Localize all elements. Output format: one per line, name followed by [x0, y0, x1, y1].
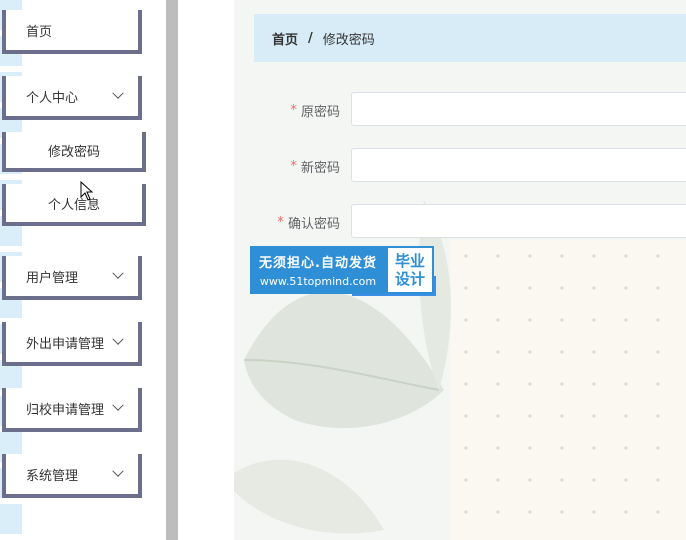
sidebar-item-label: 修改密码	[47, 144, 100, 160]
watermark-url: www.51topmind.com	[259, 275, 377, 288]
chevron-down-icon	[112, 333, 124, 345]
sidebar-item-label: 个人中心	[26, 90, 79, 106]
sidebar-item-personal-center[interactable]: 个人中心	[2, 76, 142, 120]
sidebar-item-system-management[interactable]: 系统管理	[2, 454, 142, 498]
chevron-down-icon	[112, 465, 124, 477]
breadcrumb-separator: /	[308, 30, 313, 46]
breadcrumb-current: 修改密码	[322, 32, 375, 48]
sidebar-item-return-application[interactable]: 归校申请管理	[2, 388, 142, 432]
sidebar-item-leave-application[interactable]: 外出申请管理	[2, 322, 142, 366]
confirm-password-label: * 确认密码	[277, 204, 340, 240]
sidebar-item-label: 首页	[26, 24, 53, 40]
sidebar-item-label: 外出申请管理	[26, 336, 105, 352]
new-password-label: * 新密码	[290, 148, 340, 184]
old-password-label-text: 原密码	[300, 104, 340, 120]
watermark-badge: 毕业 设计	[386, 246, 434, 294]
sidebar-item-user-management[interactable]: 用户管理	[2, 256, 142, 300]
breadcrumb-home-link[interactable]: 首页	[272, 29, 298, 48]
sidebar-item-label: 归校申请管理	[26, 402, 105, 418]
chevron-down-icon	[112, 399, 124, 411]
sidebar-subitem-change-password[interactable]: 修改密码	[2, 132, 146, 172]
watermark-left: 无须担心.自动发货 www.51topmind.com	[250, 246, 386, 294]
sidebar-item-home[interactable]: 首页	[2, 10, 142, 54]
watermark-slogan: 无须担心.自动发货	[259, 256, 377, 271]
sidebar-item-label: 系统管理	[26, 468, 79, 484]
breadcrumb: 首页 / 修改密码	[254, 14, 686, 62]
confirm-password-row: * 确认密码	[234, 204, 686, 240]
old-password-label: * 原密码	[290, 92, 340, 128]
old-password-row: * 原密码	[234, 92, 686, 128]
watermark-badge-line1: 毕业	[394, 252, 425, 270]
dot-pattern-background	[450, 240, 686, 540]
required-mark: *	[290, 102, 297, 118]
confirm-password-field[interactable]	[351, 204, 686, 238]
confirm-password-label-text: 确认密码	[287, 216, 340, 232]
sidebar-subitem-personal-info[interactable]: 个人信息	[2, 184, 146, 226]
mouse-cursor-icon	[80, 181, 94, 201]
sidebar-item-label: 用户管理	[26, 270, 79, 286]
content-gutter	[178, 0, 234, 540]
watermark-banner: 无须担心.自动发货 www.51topmind.com 毕业 设计	[250, 246, 434, 294]
sidebar-divider[interactable]	[166, 0, 178, 540]
new-password-field[interactable]	[351, 148, 686, 182]
new-password-row: * 新密码	[234, 148, 686, 184]
leaf-decoration-icon	[234, 200, 451, 534]
sidebar: 首页 个人中心 修改密码 个人信息 用户管理 外出申请管理 归校申请管理 系统管…	[0, 0, 166, 540]
required-mark: *	[290, 158, 297, 174]
chevron-down-icon	[112, 87, 124, 99]
watermark-badge-line2: 设计	[394, 270, 425, 288]
chevron-down-icon	[112, 267, 124, 279]
old-password-field[interactable]	[351, 92, 686, 126]
new-password-label-text: 新密码	[300, 160, 340, 176]
required-mark: *	[277, 214, 284, 230]
